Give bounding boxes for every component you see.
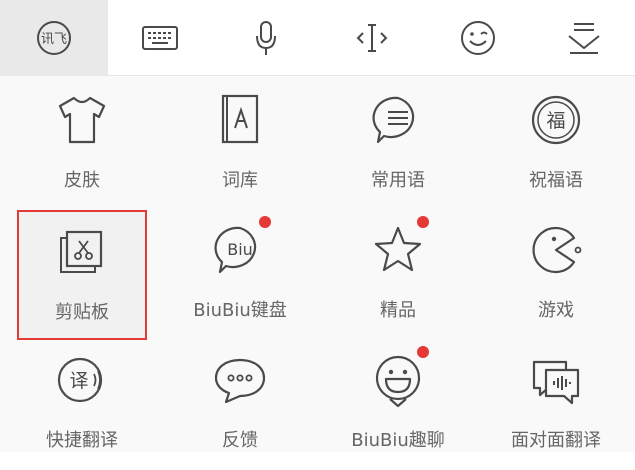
grid-item-label: BiuBiu键盘	[193, 300, 287, 321]
grid-item-label: 剪贴板	[55, 302, 109, 323]
grid-item-phrases[interactable]: 常用语	[333, 80, 463, 210]
blessing-icon: 福	[531, 95, 581, 145]
grid-item-label: 精品	[380, 300, 416, 321]
logo-text: 讯飞	[41, 32, 67, 47]
clipboard-icon	[60, 230, 103, 273]
translate-icon-text: 译	[69, 370, 88, 392]
grid-item-label: 面对面翻译	[511, 430, 601, 451]
toolbar-keyboard-button[interactable]	[106, 0, 214, 75]
grid-item-biubiu-keyboard[interactable]: Biu BiuBiu键盘	[175, 210, 305, 340]
grid-item-label: 皮肤	[64, 170, 100, 191]
phrases-icon	[372, 96, 415, 144]
grid-item-biubiu-chat[interactable]: BiuBiu趣聊	[333, 340, 463, 470]
new-badge	[259, 216, 271, 228]
grid-item-premium[interactable]: 精品	[333, 210, 463, 340]
biubiu-chat-icon	[375, 355, 421, 408]
grid-item-games[interactable]: 游戏	[491, 210, 621, 340]
emoji-icon	[461, 20, 495, 55]
new-badge	[417, 346, 429, 358]
tshirt-icon	[58, 96, 106, 144]
dictionary-icon	[221, 94, 259, 144]
grid-item-skin[interactable]: 皮肤	[17, 80, 147, 210]
keyboard-toolbar: 讯飞	[0, 0, 635, 76]
grid-item-blessings[interactable]: 福 祝福语	[491, 80, 621, 210]
grid-item-label: BiuBiu趣聊	[351, 430, 445, 451]
svg-text:福: 福	[546, 110, 565, 132]
cursor-move-icon	[356, 23, 388, 52]
grid-item-label: 常用语	[371, 170, 425, 191]
feedback-icon	[214, 358, 266, 404]
toolbar-voice-button[interactable]	[212, 0, 320, 75]
toolbar-logo-button[interactable]: 讯飞	[0, 0, 108, 75]
grid-item-label: 游戏	[538, 300, 574, 321]
grid-item-feedback[interactable]: 反馈	[175, 340, 305, 470]
toolbar-emoji-button[interactable]	[424, 0, 532, 75]
grid-item-label: 祝福语	[529, 170, 583, 191]
microphone-icon	[256, 20, 276, 55]
function-panel: 皮肤 词库 常用语 福 祝福语 剪贴板 Biu BiuBiu键盘 精品 游戏 译…	[0, 76, 635, 452]
grid-item-dictionary[interactable]: 词库	[175, 80, 305, 210]
keyboard-icon	[142, 25, 178, 50]
ifly-logo-icon: 讯飞	[37, 20, 71, 55]
grid-item-quick-translate[interactable]: 译 快捷翻译	[17, 340, 147, 470]
biu-icon-text: Biu	[227, 240, 253, 259]
quick-translate-icon: 译	[57, 357, 103, 403]
grid-item-label: 快捷翻译	[46, 430, 118, 451]
biubiu-keyboard-icon: Biu	[214, 226, 257, 274]
star-icon	[374, 226, 422, 272]
toolbar-cursor-button[interactable]	[318, 0, 426, 75]
grid-item-clipboard[interactable]: 剪贴板	[17, 210, 147, 340]
new-badge	[417, 216, 429, 228]
game-icon	[532, 226, 582, 274]
grid-item-label: 词库	[222, 170, 258, 191]
grid-item-label: 反馈	[222, 430, 258, 451]
toolbar-hide-keyboard-button[interactable]	[530, 0, 635, 75]
face-to-face-translate-icon	[532, 360, 580, 405]
grid-item-face-to-face-translate[interactable]: 面对面翻译	[491, 340, 621, 470]
hide-keyboard-icon	[568, 22, 600, 54]
